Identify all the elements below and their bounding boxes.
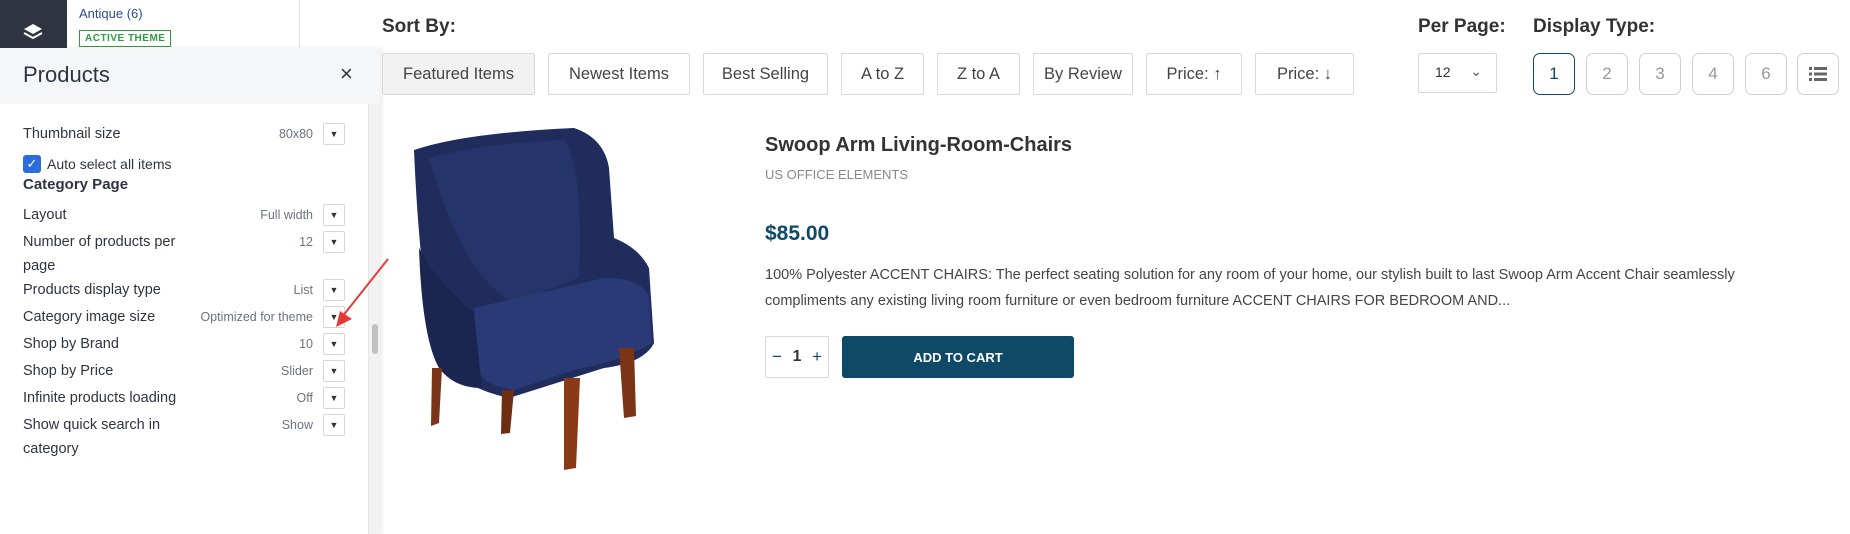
setting-shop-by-price: Shop by Price Slider ▼: [23, 359, 345, 383]
quantity-input[interactable]: 1: [793, 348, 802, 366]
dropdown-caret-icon[interactable]: ▼: [323, 204, 345, 226]
auto-select-label: Auto select all items: [47, 156, 172, 172]
display-type-1-button[interactable]: 1: [1533, 53, 1575, 95]
setting-label: Shop by Price: [23, 363, 114, 379]
decrement-button[interactable]: −: [772, 347, 782, 367]
add-to-cart-button[interactable]: ADD TO CART: [842, 336, 1074, 378]
sort-price-asc-button[interactable]: Price: ↑: [1146, 53, 1242, 95]
setting-label: Show quick search in category: [23, 417, 161, 457]
sort-best-selling-button[interactable]: Best Selling: [703, 53, 828, 95]
product-name[interactable]: Swoop Arm Living-Room-Chairs: [765, 134, 1072, 157]
setting-value: 80x80: [278, 127, 313, 141]
product-image[interactable]: [404, 128, 734, 488]
product-brand[interactable]: US OFFICE ELEMENTS: [765, 167, 908, 182]
setting-value: List: [293, 283, 313, 297]
panel-title: Products: [23, 62, 110, 87]
product-price: $85.00: [765, 222, 830, 245]
dropdown-caret-icon[interactable]: ▼: [323, 414, 345, 436]
per-page-label: Per Page:: [1418, 16, 1506, 37]
panel-body: ✓ Auto select all items Thumbnail size 8…: [0, 104, 368, 534]
quantity-stepper: − 1 +: [765, 336, 829, 378]
setting-quick-search: Show quick search in category Show ▼: [23, 413, 345, 461]
sort-featured-items-button[interactable]: Featured Items: [382, 53, 535, 95]
sort-newest-items-button[interactable]: Newest Items: [548, 53, 690, 95]
display-type-2-button[interactable]: 2: [1586, 53, 1628, 95]
chevron-down-icon: ⌄: [1470, 63, 1482, 79]
products-settings-panel: Products × ✓ Auto select all items Thumb…: [0, 48, 380, 534]
active-theme-badge: ACTIVE THEME: [79, 30, 172, 47]
setting-value: Optimized for theme: [200, 310, 313, 324]
increment-button[interactable]: +: [812, 347, 822, 367]
setting-label: Thumbnail size: [23, 126, 121, 142]
display-type-label: Display Type:: [1533, 16, 1656, 37]
setting-value: Off: [296, 391, 313, 405]
setting-category-image-size: Category image size Optimized for theme …: [23, 305, 345, 329]
list-view-icon[interactable]: [1797, 53, 1839, 95]
dropdown-caret-icon[interactable]: ▼: [323, 360, 345, 382]
section-title-category-page: Category Page: [23, 176, 129, 193]
dropdown-caret-icon[interactable]: ▼: [323, 333, 345, 355]
dropdown-caret-icon[interactable]: ▼: [323, 387, 345, 409]
per-page-select[interactable]: 12 ⌄: [1418, 53, 1497, 93]
setting-label: Category image size: [23, 309, 156, 325]
setting-value: Full width: [260, 208, 313, 222]
display-type-3-button[interactable]: 3: [1639, 53, 1681, 95]
dropdown-caret-icon[interactable]: ▼: [323, 123, 345, 145]
setting-label: Layout: [23, 207, 67, 223]
layers-icon[interactable]: [18, 20, 48, 44]
setting-products-per-page: Number of products per page 12 ▼: [23, 230, 345, 278]
product-description: 100% Polyester ACCENT CHAIRS: The perfec…: [765, 267, 1735, 309]
setting-value: Slider: [281, 364, 313, 378]
close-icon[interactable]: ×: [340, 63, 353, 85]
auto-select-checkbox[interactable]: ✓ Auto select all items: [23, 155, 172, 173]
setting-layout: Layout Full width ▼: [23, 203, 345, 227]
setting-value: 10: [299, 337, 313, 351]
dropdown-caret-icon[interactable]: ▼: [323, 279, 345, 301]
setting-value: Show: [281, 418, 313, 432]
setting-infinite-loading: Infinite products loading Off ▼: [23, 386, 345, 410]
setting-thumbnail-size: Thumbnail size 80x80 ▼: [23, 122, 345, 146]
dropdown-caret-icon[interactable]: ▼: [323, 231, 345, 253]
sort-by-label: Sort By:: [382, 16, 456, 37]
sort-by-review-button[interactable]: By Review: [1033, 53, 1133, 95]
display-type-4-button[interactable]: 4: [1692, 53, 1734, 95]
theme-name[interactable]: Antique (6): [79, 6, 143, 21]
setting-products-display-type: Products display type List ▼: [23, 278, 345, 302]
setting-label: Number of products per page: [23, 234, 176, 274]
sort-price-desc-button[interactable]: Price: ↓: [1255, 53, 1354, 95]
setting-label: Infinite products loading: [23, 390, 177, 406]
dropdown-caret-icon[interactable]: ▼: [323, 306, 345, 328]
setting-value: 12: [299, 235, 313, 249]
per-page-value: 12: [1435, 64, 1451, 80]
check-icon[interactable]: ✓: [23, 155, 41, 173]
panel-header: Products ×: [0, 48, 380, 104]
scroll-thumb[interactable]: [372, 324, 378, 354]
sort-z-to-a-button[interactable]: Z to A: [937, 53, 1020, 95]
panel-scrollbar[interactable]: [368, 104, 380, 534]
setting-label: Products display type: [23, 282, 161, 298]
display-type-6-button[interactable]: 6: [1745, 53, 1787, 95]
setting-shop-by-brand: Shop by Brand 10 ▼: [23, 332, 345, 356]
sort-a-to-z-button[interactable]: A to Z: [841, 53, 924, 95]
setting-label: Shop by Brand: [23, 336, 119, 352]
